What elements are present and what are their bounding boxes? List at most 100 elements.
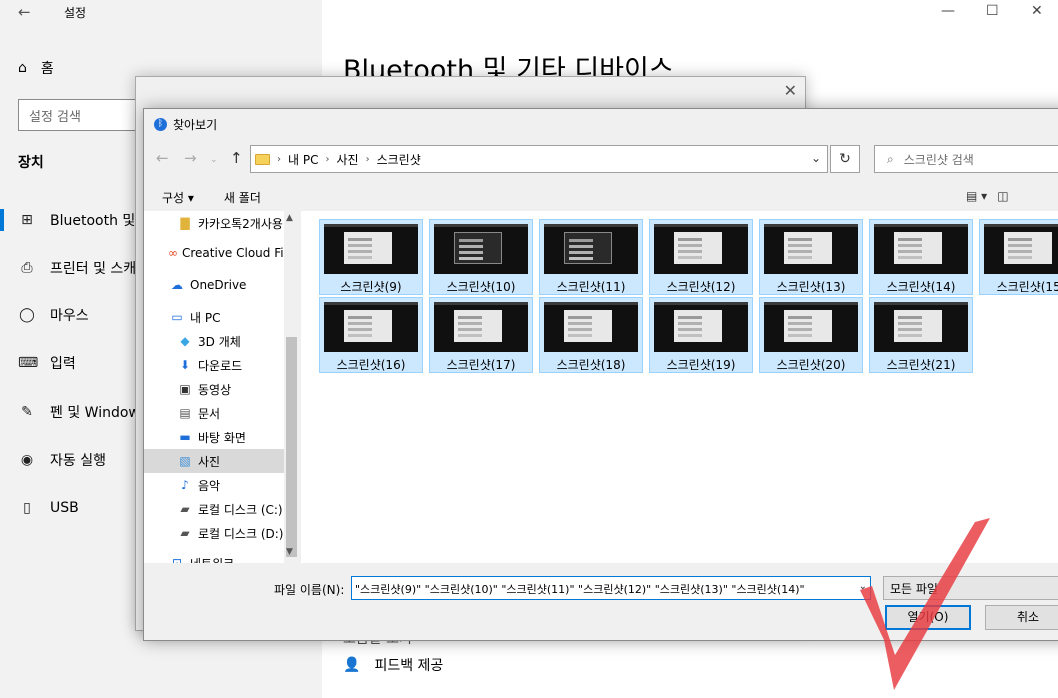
chevron-down-icon[interactable]: ⌄	[859, 581, 867, 592]
open-button[interactable]: 열기(O)	[885, 605, 971, 630]
file-tile[interactable]: 스크린샷(18)	[539, 297, 643, 373]
file-thumbnail	[434, 224, 528, 274]
file-name: 스크린샷(11)	[556, 280, 626, 294]
pen-icon: ✎	[21, 404, 33, 420]
forward-icon[interactable]: →	[184, 149, 197, 167]
feedback-link[interactable]: 👤 피드백 제공	[343, 655, 443, 675]
filename-input[interactable]: "스크린샷(9)" "스크린샷(10)" "스크린샷(11)" "스크린샷(12…	[351, 576, 871, 600]
bluetooth-icon: ᛒ	[154, 118, 167, 131]
tree-item-downloads[interactable]: ⬇ 다운로드	[144, 353, 284, 377]
disk-c-icon: ▰	[180, 502, 190, 516]
file-name: 스크린샷(21)	[886, 358, 956, 372]
file-name: 스크린샷(10)	[446, 280, 516, 294]
tree-item-kakao[interactable]: ▇ 카카오톡2개사용	[144, 211, 284, 235]
printer-icon: ⎙	[21, 260, 33, 276]
tree-item-music[interactable]: ♪ 음악	[144, 473, 284, 497]
tree-item-disk-d[interactable]: ▰ 로컬 디스크 (D:)	[144, 521, 284, 545]
file-tile[interactable]: 스크린샷(16)	[319, 297, 423, 373]
file-name: 스크린샷(16)	[336, 358, 406, 372]
file-thumbnail	[654, 224, 748, 274]
file-tile[interactable]: 스크린샷(14)	[869, 219, 973, 295]
chevron-down-icon[interactable]: ⌄	[811, 151, 821, 165]
feedback-icon: 👤	[343, 657, 361, 673]
file-tile[interactable]: 스크린샷(15)	[979, 219, 1058, 295]
creative-cloud-icon: ∞	[168, 246, 178, 260]
new-folder-button[interactable]: 새 폴더	[224, 189, 261, 206]
recent-dropdown-icon[interactable]: ⌄	[210, 155, 218, 165]
onedrive-icon: ☁	[171, 278, 183, 292]
filetype-select[interactable]: 모든 파일	[883, 576, 1058, 600]
file-name: 스크린샷(14)	[886, 280, 956, 294]
autoplay-icon: ◉	[20, 452, 34, 468]
browse-title: 찾아보기	[173, 118, 218, 132]
file-tile[interactable]: 스크린샷(13)	[759, 219, 863, 295]
back-arrow-icon[interactable]: ←	[18, 3, 31, 21]
up-folder-icon[interactable]: ↑	[230, 149, 243, 167]
tree-item-onedrive[interactable]: ☁ OneDrive	[144, 273, 284, 297]
file-thumbnail	[544, 224, 638, 274]
breadcrumb-pc[interactable]: 내 PC	[288, 151, 318, 168]
maximize-button[interactable]: ☐	[986, 3, 999, 19]
file-tile[interactable]: 스크린샷(20)	[759, 297, 863, 373]
close-button[interactable]: ✕	[1031, 3, 1043, 19]
scrollbar-thumb[interactable]	[286, 337, 297, 557]
file-thumbnail	[324, 224, 418, 274]
usb-icon: ▯	[23, 500, 31, 516]
browse-dialog: ᛒ 찾아보기 ← → ⌄ ↑ › 내 PC › 사진 › 스크린샷 ⌄ ↻ ⌕ …	[143, 108, 1058, 641]
file-tile[interactable]: 스크린샷(10)	[429, 219, 533, 295]
tree-item-videos[interactable]: ▣ 동영상	[144, 377, 284, 401]
tree-item-disk-c[interactable]: ▰ 로컬 디스크 (C:)	[144, 497, 284, 521]
tree-item-documents[interactable]: ▤ 문서	[144, 401, 284, 425]
home-nav-item[interactable]: ⌂ 홈	[18, 58, 54, 78]
file-tile[interactable]: 스크린샷(21)	[869, 297, 973, 373]
file-thumbnail	[984, 224, 1058, 274]
file-name: 스크린샷(18)	[556, 358, 626, 372]
navigation-pane: ▇ 카카오톡2개사용 ∞ Creative Cloud Fil ☁ OneDri…	[144, 211, 299, 563]
folder-search-input[interactable]: ⌕ 스크린샷 검색	[874, 145, 1058, 173]
tree-item-this-pc[interactable]: ▭ 내 PC	[144, 305, 284, 329]
home-icon: ⌂	[18, 60, 27, 76]
scroll-down-icon[interactable]: ▼	[286, 547, 293, 557]
tree-item-network[interactable]: ⊡ 네트워크	[144, 551, 284, 563]
file-name: 스크린샷(9)	[340, 280, 402, 294]
file-name: 스크린샷(20)	[776, 358, 846, 372]
breadcrumb-pictures[interactable]: 사진	[336, 151, 358, 168]
tree-scrollbar[interactable]: ▲ ▼	[284, 211, 299, 563]
keyboard-icon: ⌨	[18, 355, 39, 371]
back-icon[interactable]: ←	[156, 149, 169, 167]
folder-icon: ▇	[180, 216, 190, 230]
file-thumbnail	[874, 302, 968, 352]
view-mode-icon[interactable]: ▤ ▾	[966, 189, 987, 203]
browse-title-bar: ᛒ 찾아보기	[154, 116, 217, 133]
file-thumbnail	[874, 224, 968, 274]
tree-item-desktop[interactable]: ▬ 바탕 화면	[144, 425, 284, 449]
section-title: 장치	[18, 155, 44, 171]
preview-pane-icon[interactable]: ◫	[997, 189, 1008, 203]
file-thumbnail	[324, 302, 418, 352]
tree-item-3d-objects[interactable]: ◆ 3D 개체	[144, 329, 284, 353]
file-tile[interactable]: 스크린샷(17)	[429, 297, 533, 373]
organize-button[interactable]: 구성 ▾	[162, 189, 194, 206]
dialog-close-icon[interactable]: ✕	[784, 81, 797, 100]
cancel-button[interactable]: 취소	[985, 605, 1058, 630]
search-icon: ⌕	[887, 151, 894, 166]
refresh-button[interactable]: ↻	[830, 145, 860, 173]
settings-search-input[interactable]: 설정 검색	[18, 99, 138, 131]
tree-item-creative-cloud[interactable]: ∞ Creative Cloud Fil	[144, 241, 284, 265]
file-name: 스크린샷(19)	[666, 358, 736, 372]
pictures-icon: ▧	[179, 454, 191, 468]
file-tile[interactable]: 스크린샷(12)	[649, 219, 753, 295]
tree-item-pictures[interactable]: ▧ 사진	[144, 449, 284, 473]
file-thumbnail	[434, 302, 528, 352]
pc-icon: ▭	[171, 310, 183, 324]
file-tile[interactable]: 스크린샷(11)	[539, 219, 643, 295]
scroll-up-icon[interactable]: ▲	[286, 213, 293, 223]
breadcrumb-screenshots[interactable]: 스크린샷	[377, 151, 421, 168]
minimize-button[interactable]: —	[941, 3, 955, 19]
address-bar[interactable]: › 내 PC › 사진 › 스크린샷 ⌄	[250, 145, 828, 173]
desktop-icon: ▬	[179, 430, 191, 444]
file-tile[interactable]: 스크린샷(19)	[649, 297, 753, 373]
file-tile[interactable]: 스크린샷(9)	[319, 219, 423, 295]
mouse-icon: ◯	[19, 307, 35, 323]
document-icon: ▤	[179, 406, 191, 420]
